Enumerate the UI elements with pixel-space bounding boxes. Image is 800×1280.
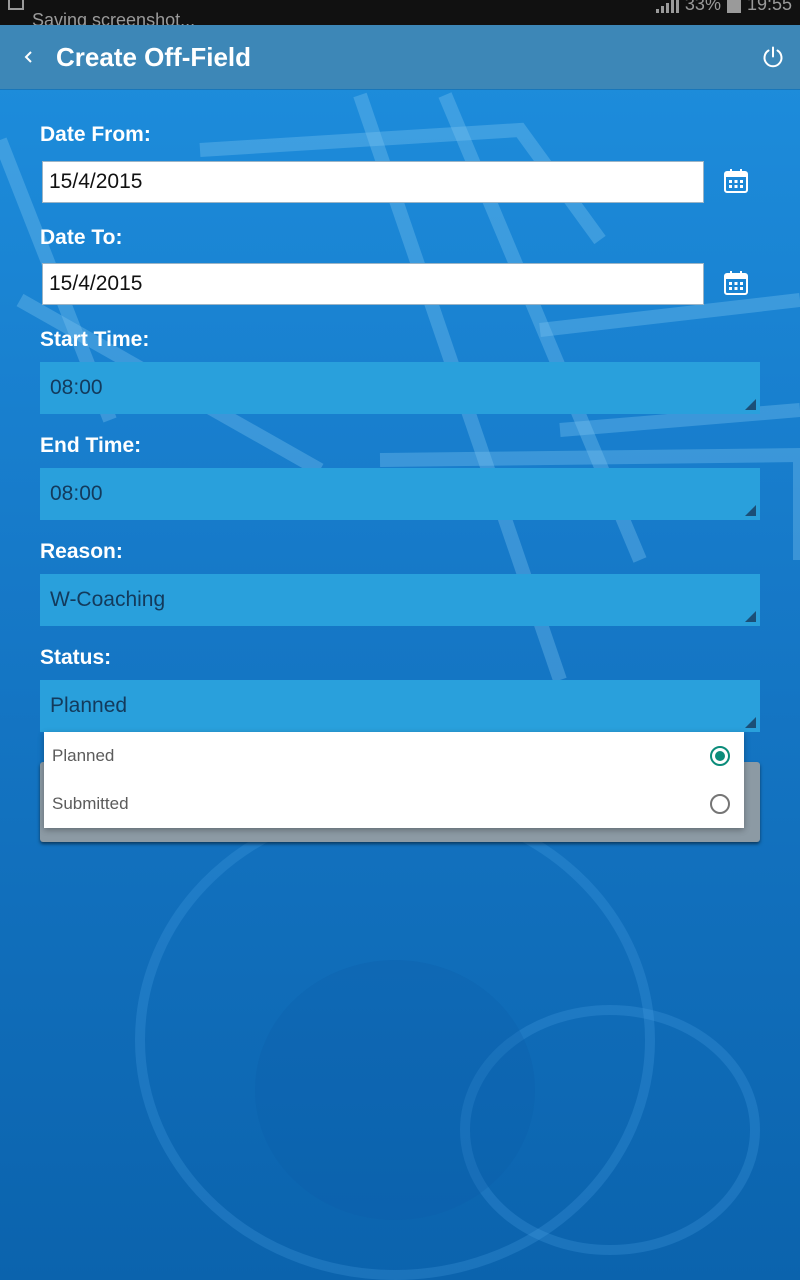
end-time-value: 08:00 [50,482,103,505]
clock: 19:55 [746,0,792,14]
end-time-label: End Time: [40,434,142,457]
reason-label: Reason: [40,540,123,563]
notification-text: Saving screenshot... [32,10,196,25]
back-button[interactable] [14,39,44,75]
signal-icon [655,0,679,13]
date-to-input[interactable] [42,263,704,305]
status-label: Status: [40,646,112,669]
status-value: Planned [50,694,128,717]
option-label: Submitted [52,794,129,813]
date-from-input[interactable] [42,161,704,203]
start-time-value: 08:00 [50,376,103,399]
dropdown-triangle-icon [745,505,756,516]
calendar-icon[interactable] [722,167,750,195]
option-label: Planned [52,746,115,765]
radio-selected-icon[interactable] [710,746,730,766]
system-status-bar: Saving screenshot... 33% 19:55 [0,0,800,25]
reason-spinner[interactable]: W-Coaching [40,574,760,626]
status-option-planned[interactable]: Planned [44,732,744,780]
reason-value: W-Coaching [50,588,166,611]
status-dropdown-popup: Planned Submitted [44,732,744,828]
dropdown-triangle-icon [745,399,756,410]
action-bar: Create Off-Field [0,25,800,89]
dropdown-triangle-icon [745,611,756,622]
status-option-submitted[interactable]: Submitted [44,780,744,828]
radio-unselected-icon[interactable] [710,794,730,814]
battery-text: 33% [684,0,721,14]
screenshot-icon [8,0,24,10]
start-time-spinner[interactable]: 08:00 [40,362,760,414]
chevron-left-icon [24,51,32,63]
status-icons: 33% 19:55 [655,0,792,15]
power-icon [763,46,783,68]
date-to-label: Date To: [40,226,123,249]
start-time-label: Start Time: [40,328,150,351]
calendar-icon[interactable] [722,269,750,297]
logout-button[interactable] [756,39,790,75]
dropdown-triangle-icon [745,717,756,728]
battery-icon [726,0,741,13]
status-spinner[interactable]: Planned [40,680,760,732]
notification-area: Saving screenshot... [8,0,195,25]
page-title: Create Off-Field [56,42,252,72]
date-from-label: Date From: [40,123,151,146]
end-time-spinner[interactable]: 08:00 [40,468,760,520]
